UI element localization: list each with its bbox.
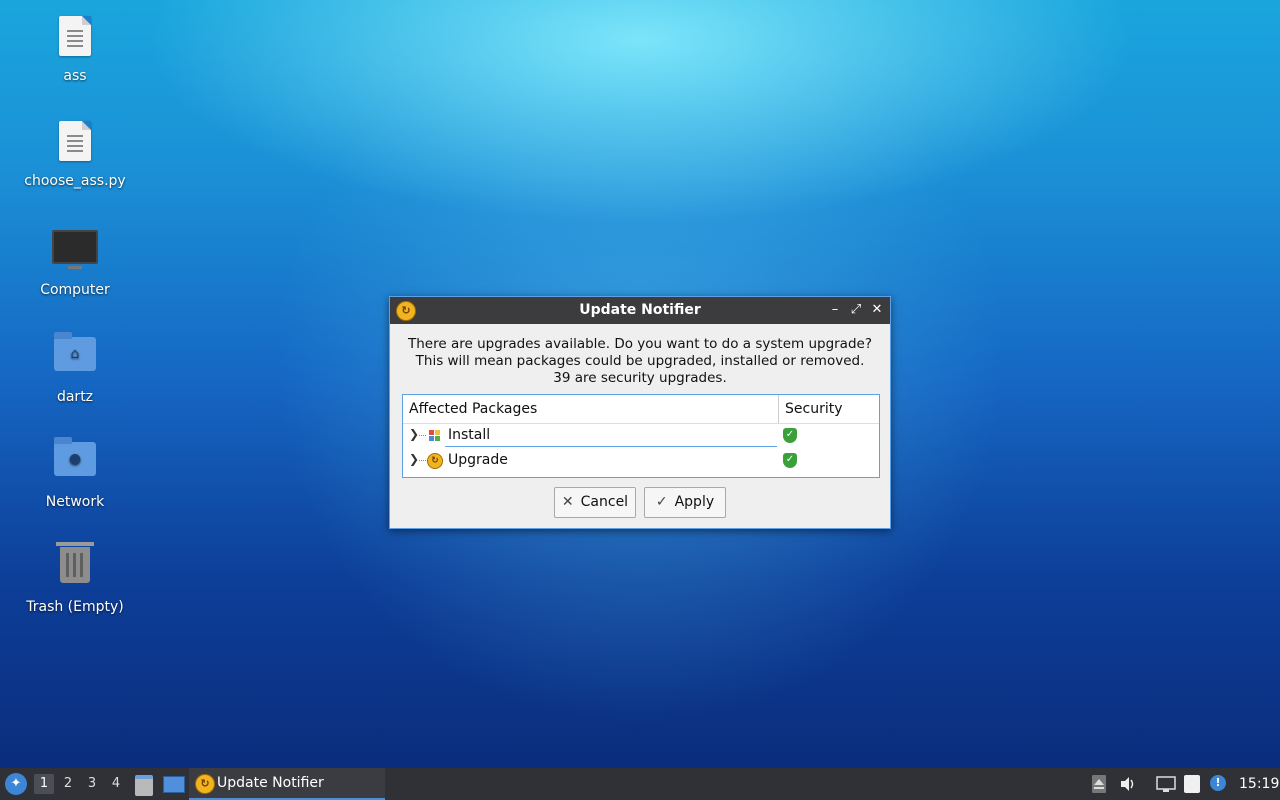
file-manager-icon[interactable] [135, 775, 153, 796]
show-desktop-icon[interactable] [163, 776, 185, 793]
network-folder-icon: ● [52, 437, 98, 488]
workspace-1[interactable]: 1 [34, 774, 54, 794]
desktop-icon-label: ass [63, 68, 87, 84]
desktop-icon-choose-ass-py[interactable]: choose_ass.py [20, 121, 130, 189]
desktop-icon-trash[interactable]: Trash (Empty) [20, 541, 130, 615]
update-notifier-icon: ↻ [195, 774, 215, 794]
table-header: Affected Packages Security [403, 395, 879, 424]
row-label: Install [448, 427, 491, 443]
taskbar: ✦ 1 2 3 4 ↻ Update Notifier ! 15:19 [0, 768, 1280, 800]
table-row-install[interactable]: ❯ Install ✓ [403, 424, 879, 448]
home-folder-icon: ⌂ [52, 332, 98, 383]
close-button[interactable]: ✕ [868, 301, 886, 319]
desktop-icon-dartz[interactable]: ⌂ dartz [20, 331, 130, 405]
install-package-icon [427, 428, 442, 443]
update-notification-icon[interactable]: ! [1210, 775, 1226, 791]
affected-packages-table: Affected Packages Security ❯ Install ✓ ❯… [402, 394, 880, 478]
column-header-affected-packages[interactable]: Affected Packages [409, 401, 537, 417]
desktop-icon-network[interactable]: ● Network [20, 436, 130, 510]
eject-icon[interactable] [1092, 775, 1106, 793]
close-icon: ✕ [561, 494, 574, 510]
message-line: This will mean packages could be upgrade… [415, 353, 865, 369]
dialog-titlebar[interactable]: ↻ Update Notifier – ⤢ ✕ [390, 297, 890, 324]
apply-button-label: Apply [674, 494, 715, 510]
maximize-button[interactable]: ⤢ [847, 301, 865, 319]
clipboard-icon[interactable] [1184, 775, 1200, 793]
desktop-icon-computer[interactable]: Computer [20, 226, 130, 298]
network-icon[interactable] [1156, 775, 1176, 793]
update-notifier-icon: ↻ [427, 453, 443, 469]
desktop-icon-label: choose_ass.py [24, 173, 126, 189]
minimize-button[interactable]: – [826, 301, 844, 319]
message-line: There are upgrades available. Do you wan… [408, 336, 872, 352]
desktop-icon-label: dartz [56, 389, 94, 405]
shield-check-icon: ✓ [783, 428, 797, 443]
table-row-upgrade[interactable]: ❯ ↻ Upgrade ✓ [403, 449, 879, 473]
row-label: Upgrade [448, 452, 508, 468]
task-label: Update Notifier [217, 775, 324, 791]
trash-icon [52, 542, 98, 593]
cancel-button[interactable]: ✕ Cancel [554, 487, 636, 518]
expander-icon[interactable]: ❯ [409, 452, 419, 466]
desktop-icon-label: Network [45, 494, 105, 510]
workspace-2[interactable]: 2 [58, 774, 78, 794]
volume-icon[interactable] [1119, 775, 1137, 793]
desktop-icon-label: Trash (Empty) [26, 599, 124, 615]
check-icon: ✓ [655, 494, 668, 510]
shield-check-icon: ✓ [783, 453, 797, 468]
workspace-3[interactable]: 3 [82, 774, 102, 794]
text-file-icon [52, 121, 98, 167]
apply-button[interactable]: ✓ Apply [644, 487, 726, 518]
dialog-message: There are upgrades available. Do you wan… [390, 336, 890, 387]
start-menu-icon[interactable]: ✦ [5, 773, 27, 795]
text-file-icon [52, 16, 98, 62]
message-line: 39 are security upgrades. [553, 370, 727, 386]
desktop-icon-label: Computer [40, 282, 110, 298]
update-notifier-dialog: ↻ Update Notifier – ⤢ ✕ There are upgrad… [389, 296, 891, 529]
dialog-title: Update Notifier [579, 302, 701, 318]
expander-icon[interactable]: ❯ [409, 427, 419, 441]
column-header-security[interactable]: Security [785, 401, 843, 417]
workspace-4[interactable]: 4 [106, 774, 126, 794]
cancel-button-label: Cancel [580, 494, 629, 510]
desktop-icon-ass[interactable]: ass [20, 16, 130, 84]
clock[interactable]: 15:19 [1239, 768, 1279, 800]
computer-icon [52, 230, 98, 276]
taskbar-task-update-notifier[interactable]: ↻ Update Notifier [189, 768, 385, 800]
